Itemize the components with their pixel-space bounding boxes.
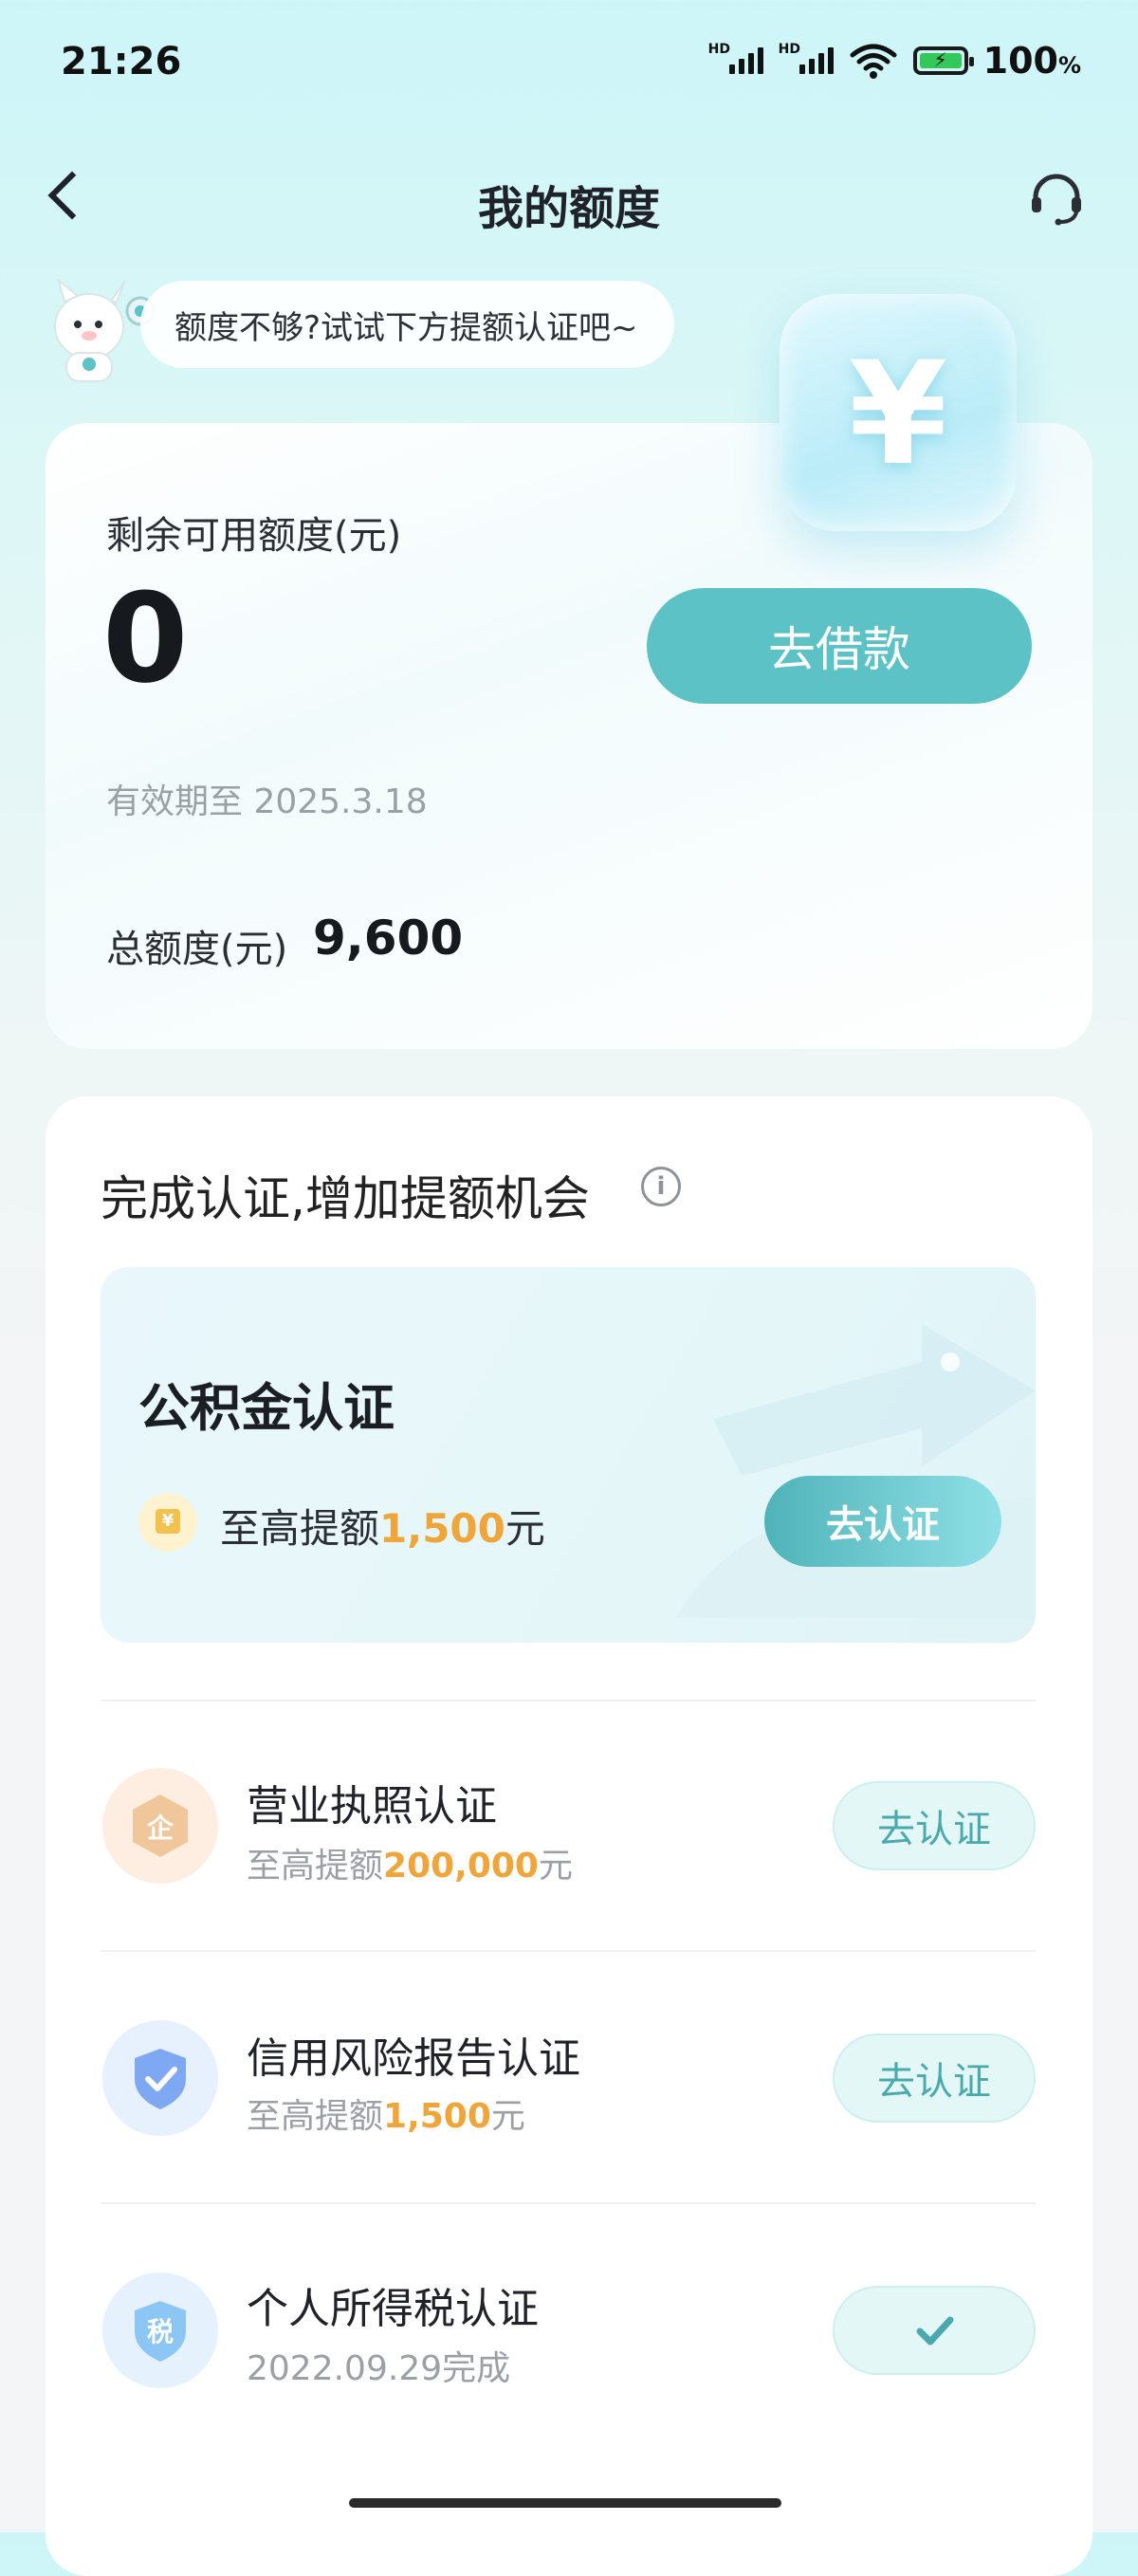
status-icons: HD HD ⚡ 100% xyxy=(708,40,1081,82)
signal-icon: HD xyxy=(779,42,834,74)
decoration-icon xyxy=(675,1324,1036,1618)
amount-suffix: 元 xyxy=(490,2097,525,2136)
income-tax-icon: 税 xyxy=(102,2272,218,2388)
customer-service-icon[interactable] xyxy=(1026,169,1087,230)
housing-fund-cert-button[interactable]: 去认证 xyxy=(764,1476,1001,1567)
amount-prefix: 至高提额 xyxy=(247,1847,384,1886)
remaining-credit-label: 剩余可用额度(元) xyxy=(106,514,402,558)
signal-hd-label: HD xyxy=(778,42,800,57)
divider xyxy=(101,1700,1036,1702)
coin-symbol: ¥ xyxy=(156,1509,180,1534)
divider xyxy=(101,2202,1036,2204)
amount-prefix: 至高提额 xyxy=(220,1505,380,1552)
status-time: 21:26 xyxy=(61,40,182,83)
amount-value: 1,500 xyxy=(379,1505,505,1552)
amount-value: 200,000 xyxy=(383,1847,539,1886)
wifi-icon xyxy=(850,44,897,79)
amount-suffix: 元 xyxy=(538,1847,573,1886)
battery-icon: ⚡ xyxy=(912,46,974,75)
remaining-credit-value: 0 xyxy=(102,566,189,710)
check-icon xyxy=(916,2316,954,2346)
business-license-icon: 企 xyxy=(102,1768,218,1884)
signal-hd-label: HD xyxy=(707,42,730,57)
amount-prefix: 至高提额 xyxy=(247,2097,384,2136)
divider xyxy=(101,1950,1036,1952)
featured-cert-panel xyxy=(101,1267,1036,1643)
battery-percent: 100% xyxy=(983,40,1081,82)
borrow-button[interactable]: 去借款 xyxy=(647,588,1032,704)
signal-icon: HD xyxy=(708,42,763,74)
validity-date: 有效期至 2025.3.18 xyxy=(106,782,428,821)
income-tax-status: 2022.09.29完成 xyxy=(247,2349,511,2388)
featured-cert-amount-line: 至高提额1,500元 xyxy=(220,1497,545,1555)
certification-title: 完成认证,增加提额机会 xyxy=(101,1171,590,1226)
battery-value: 100 xyxy=(982,40,1058,82)
battery-unit: % xyxy=(1057,52,1081,79)
income-tax-title: 个人所得税认证 xyxy=(247,2285,539,2333)
credit-report-title: 信用风险报告认证 xyxy=(247,2034,580,2083)
business-license-amount-line: 至高提额200,000元 xyxy=(247,1838,573,1887)
credit-report-amount-line: 至高提额1,500元 xyxy=(247,2088,525,2138)
amount-suffix: 元 xyxy=(505,1505,545,1552)
business-license-icon-char: 企 xyxy=(147,1812,174,1844)
featured-cert-title: 公积金认证 xyxy=(138,1378,395,1438)
credit-report-cert-button[interactable]: 去认证 xyxy=(833,2033,1036,2123)
income-tax-done-badge xyxy=(833,2286,1036,2375)
tip-bubble: 额度不够?试试下方提额认证吧~ xyxy=(140,281,674,368)
income-tax-icon-char: 税 xyxy=(147,2316,174,2347)
home-indicator[interactable] xyxy=(349,2498,781,2508)
yen-icon: ¥ xyxy=(848,332,948,497)
coin-icon: ¥ xyxy=(138,1493,197,1552)
amount-value: 1,500 xyxy=(383,2097,491,2136)
business-license-title: 营业执照认证 xyxy=(247,1782,497,1831)
info-icon[interactable]: i xyxy=(641,1167,681,1206)
total-credit-label: 总额度(元) xyxy=(106,928,288,971)
total-credit-value: 9,600 xyxy=(313,911,464,966)
page-title: 我的额度 xyxy=(477,182,660,235)
business-license-cert-button[interactable]: 去认证 xyxy=(833,1781,1036,1870)
credit-report-icon xyxy=(102,2020,218,2136)
